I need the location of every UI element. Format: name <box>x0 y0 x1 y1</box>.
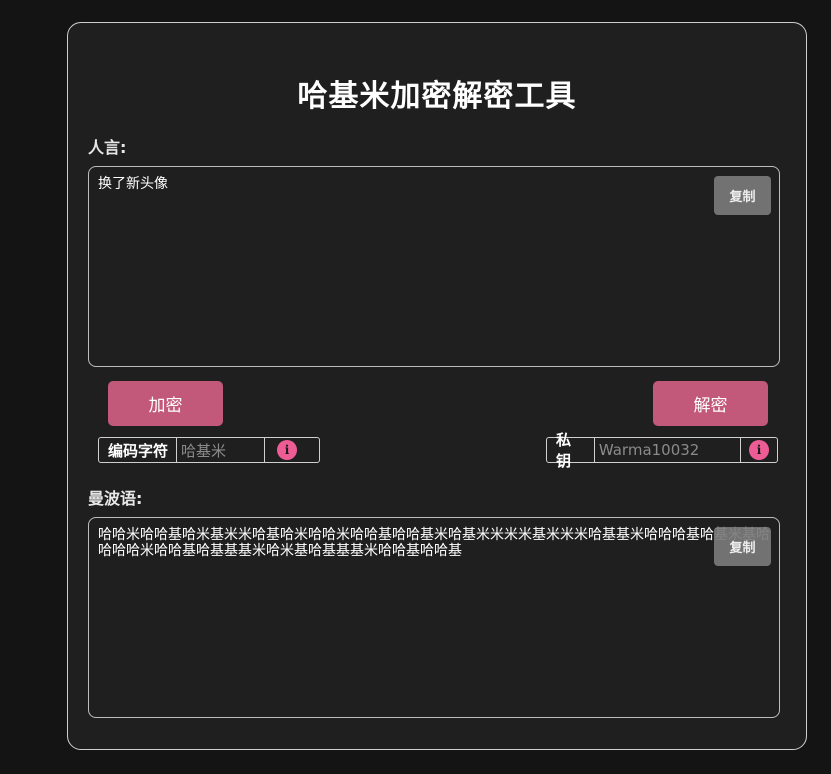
info-icon[interactable]: i <box>277 440 298 460</box>
copy-cipher-button[interactable]: 复制 <box>714 527 771 566</box>
cipher-text-label: 曼波语: <box>88 489 143 508</box>
decrypt-button[interactable]: 解密 <box>653 381 768 426</box>
human-text-label: 人言: <box>88 138 127 157</box>
key-option-group: 私钥 Warma10032 i <box>546 431 778 470</box>
charset-info-button[interactable]: i <box>265 438 309 462</box>
key-info-button[interactable]: i <box>741 438 777 462</box>
charset-label: 编码字符 <box>108 441 169 460</box>
charset-option-group: 编码字符 哈基米 i <box>98 437 320 463</box>
key-input[interactable]: Warma10032 <box>593 438 742 462</box>
cipher-text-area[interactable]: 哈哈米哈哈基哈米基米米哈基哈米哈哈米哈哈基哈哈基米哈基米米米米基米米米哈基基米哈… <box>88 517 780 718</box>
info-icon[interactable]: i <box>749 440 770 460</box>
page-title: 哈基米加密解密工具 <box>297 79 577 114</box>
main-panel: 哈基米加密解密工具 人言: 换了新头像 复制 加密 解密 编码字符 哈基米 i … <box>67 22 807 750</box>
key-label: 私钥 <box>556 431 572 470</box>
copy-human-button[interactable]: 复制 <box>714 176 771 215</box>
human-text-area[interactable]: 换了新头像 复制 <box>88 166 780 367</box>
charset-input[interactable]: 哈基米 <box>176 438 266 462</box>
cipher-text-value[interactable]: 哈哈米哈哈基哈米基米米哈基哈米哈哈米哈哈基哈哈基米哈基米米米米基米米米哈基基米哈… <box>98 527 771 559</box>
encrypt-button[interactable]: 加密 <box>108 381 223 426</box>
human-text-value[interactable]: 换了新头像 <box>98 176 771 192</box>
